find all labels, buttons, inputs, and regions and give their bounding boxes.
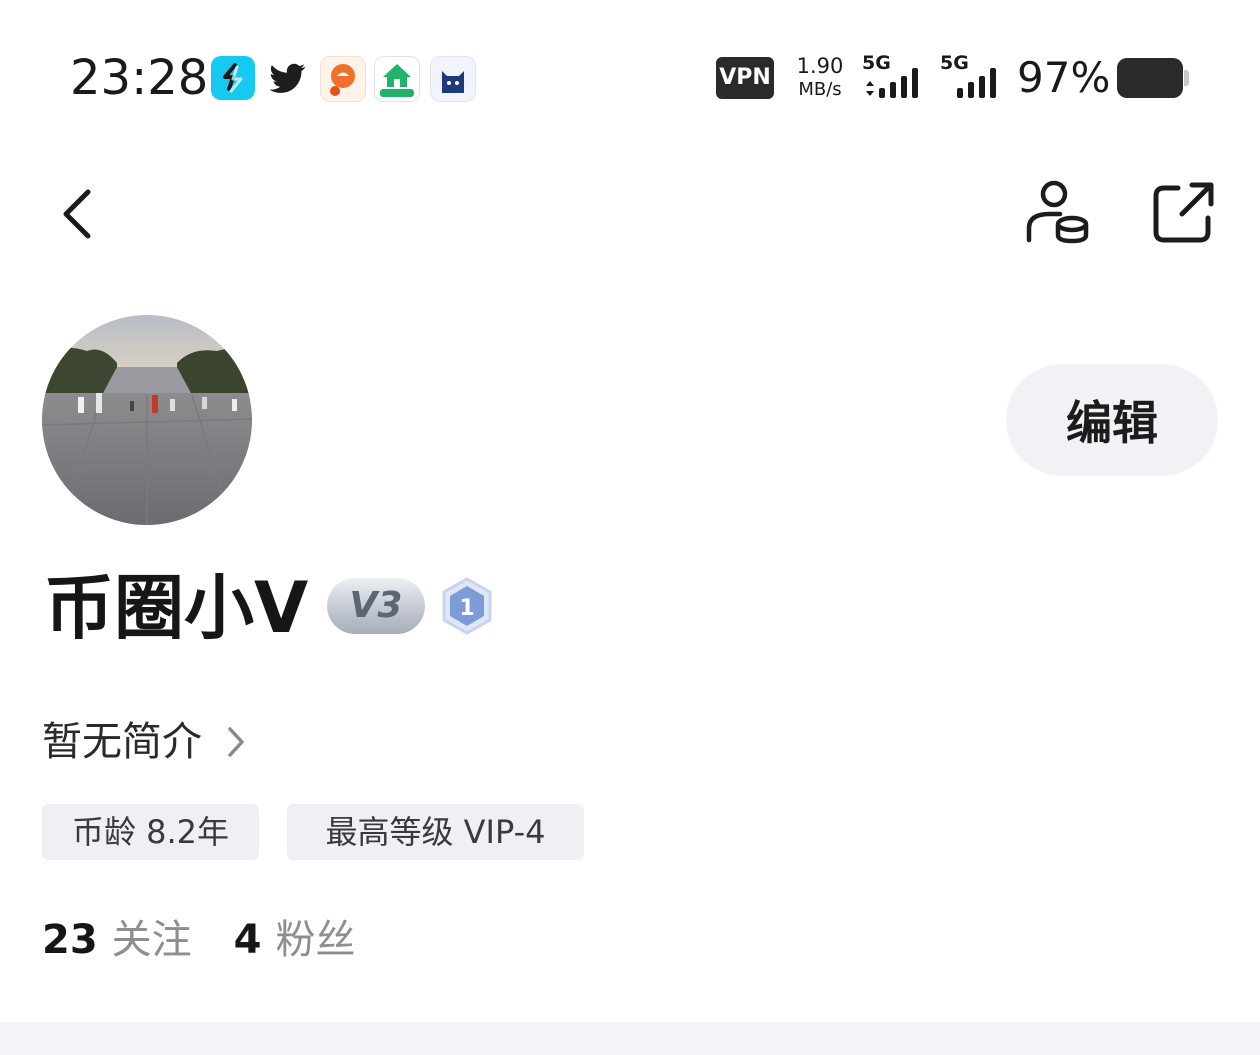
edit-profile-button[interactable]: 编辑 [1006, 364, 1218, 476]
network-speed-value: 1.90 [796, 54, 844, 78]
level-badge-number: 1 [459, 596, 474, 621]
hexagon-badge-icon: 1 [442, 577, 492, 635]
following-count: 23 [42, 917, 98, 963]
followers-stat[interactable]: 4 粉丝 [234, 907, 356, 965]
vr-home-app-icon [374, 56, 420, 102]
status-time: 23:28 [70, 50, 209, 106]
battery-cap [1184, 70, 1189, 86]
battery-icon [1117, 58, 1183, 98]
signal-strength-icon: 5G [940, 52, 1010, 102]
followers-label: 粉丝 [275, 917, 356, 963]
bio-text: 暂无简介 [42, 719, 202, 765]
coin-age-tag: 币龄 8.2年 [42, 804, 259, 860]
network-speed-unit: MB/s [798, 79, 842, 100]
followers-count: 4 [233, 917, 262, 963]
twitter-icon [265, 56, 309, 100]
highest-level-tag: 最高等级 VIP-4 [287, 804, 584, 860]
food-pin-app-icon [320, 56, 366, 102]
chevron-left-icon [63, 189, 91, 239]
follow-stats: 23 关注 4 粉丝 [42, 906, 356, 966]
following-stat[interactable]: 23 关注 [42, 907, 192, 965]
bio-row[interactable]: 暂无简介 [42, 712, 246, 772]
back-button[interactable] [52, 180, 108, 250]
section-divider [0, 1022, 1260, 1055]
external-share-icon [1153, 182, 1214, 243]
swap-app-icon [211, 56, 255, 100]
level-hexagon-badge[interactable]: 1 [440, 576, 494, 636]
signal-strength-icon: 5G [862, 52, 932, 102]
cat-app-icon [430, 56, 476, 102]
vip-level-badge[interactable]: V3 [327, 578, 425, 634]
user-coin-button[interactable] [1020, 176, 1096, 252]
avatar-photo [42, 315, 252, 525]
vpn-badge: VPN [716, 57, 774, 99]
share-button[interactable] [1148, 176, 1220, 248]
following-label: 关注 [111, 917, 192, 963]
nickname: 币圈小V [44, 567, 309, 649]
status-bar: 23:28 VPN 1.90 MB/s 5G 5G 97% [0, 0, 1260, 150]
user-coin-icon [1026, 180, 1089, 244]
chevron-right-icon [228, 727, 244, 757]
battery-percent: 97% [1017, 53, 1111, 102]
avatar[interactable] [42, 315, 252, 525]
network-speed: 1.90 MB/s [790, 54, 850, 102]
